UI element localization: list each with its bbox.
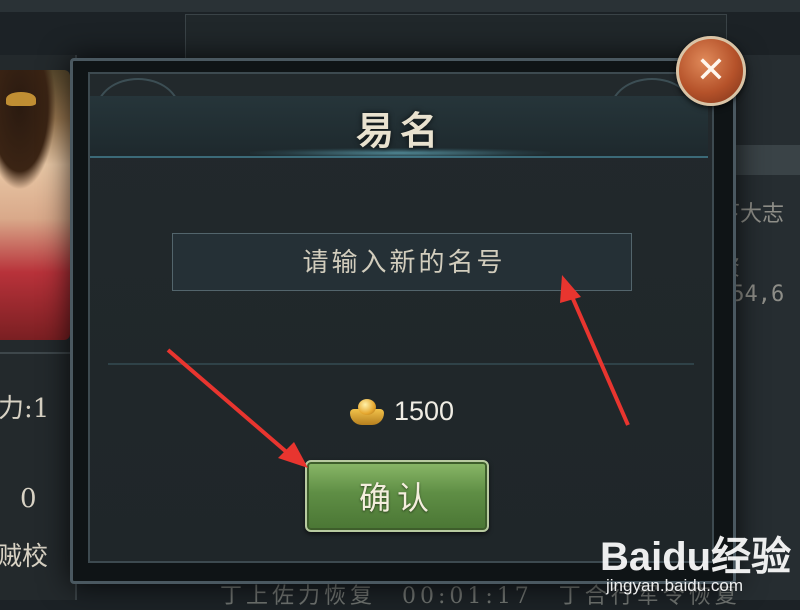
watermark-logo: Baidu经验 — [600, 535, 792, 579]
gold-ingot-icon — [348, 395, 386, 427]
background-top-box — [185, 14, 727, 62]
name-input[interactable] — [173, 234, 635, 292]
section-divider — [108, 363, 694, 365]
left-stat-value: 0 — [20, 484, 37, 514]
left-stat-label: 力:1 — [0, 394, 50, 424]
rename-cost: 1500 — [348, 393, 454, 429]
close-icon: ✕ — [695, 50, 727, 91]
close-button[interactable]: ✕ — [676, 36, 746, 106]
top-frame — [0, 0, 800, 12]
dialog-title: 易名 — [355, 108, 444, 153]
left-divider — [0, 352, 75, 354]
watermark-url: jingyan.baidu.com — [606, 576, 744, 595]
baidu-watermark: Baidu经验 jingyan.baidu.com — [600, 518, 800, 600]
confirm-button[interactable]: 确认 — [305, 460, 489, 532]
confirm-label: 确认 — [358, 479, 435, 517]
name-input-box[interactable] — [172, 233, 635, 292]
left-rank-label: 贼校 — [0, 542, 49, 572]
cost-value: 1500 — [394, 395, 455, 426]
